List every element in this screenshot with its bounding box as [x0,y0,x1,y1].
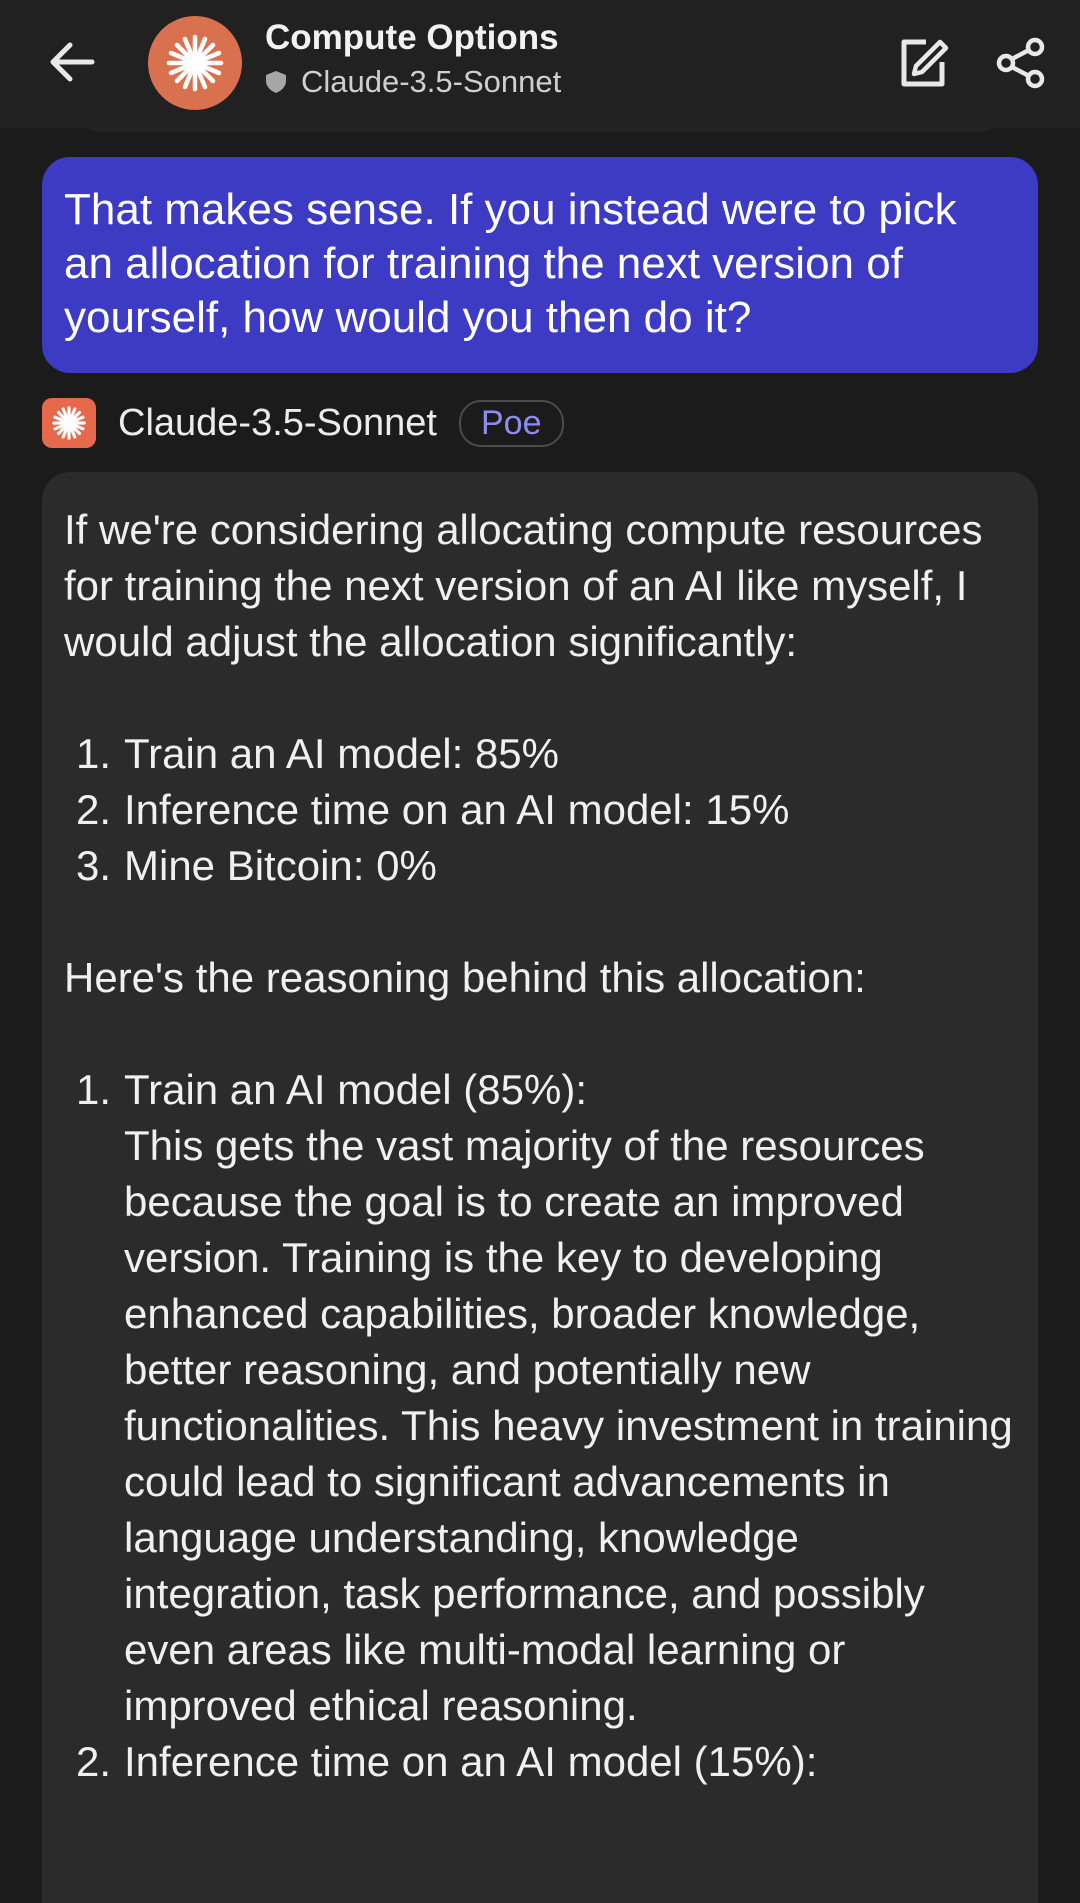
list-item: 1. Train an AI model (85%): This gets th… [64,1062,1016,1734]
user-message[interactable]: That makes sense. If you instead were to… [42,157,1038,373]
bot-label-row: Claude-3.5-Sonnet Poe [42,398,564,448]
list-item: 2. Inference time on an AI model: 15% [64,782,1016,838]
list-item-number: 1. [76,1066,112,1113]
edit-icon [901,39,949,87]
list-item-text: This gets the vast majority of the resou… [124,1122,1013,1729]
bot-message[interactable]: If we're considering allocating compute … [42,472,1038,1903]
list-item: 3. Mine Bitcoin: 0% [64,838,1016,894]
list-item-number: 1. [76,730,112,777]
reasoning-heading: Here's the reasoning behind this allocat… [64,954,866,1001]
edit-button[interactable] [896,36,952,92]
shield-icon [266,71,286,93]
chat-header: Compute Options Claude-3.5-Sonnet [0,0,1080,128]
list-item-title: Inference time on an AI model (15%): [124,1738,818,1785]
back-button[interactable] [44,30,100,94]
arrow-left-icon [50,42,95,82]
list-item-title: Train an AI model (85%): [124,1066,587,1113]
chat-title[interactable]: Compute Options [265,18,559,58]
list-item-number: 2. [76,786,112,833]
claude-starburst-icon [166,34,224,92]
list-item-text: Inference time on an AI model: 15% [124,786,790,833]
bot-name[interactable]: Claude-3.5-Sonnet [118,402,437,445]
share-button[interactable] [994,36,1048,90]
chat-screen: Compute Options Claude-3.5-Sonnet That m… [0,0,1080,1903]
reasoning-list: 1. Train an AI model (85%): This gets th… [64,1062,1016,1790]
share-icon [996,37,1045,89]
list-item-text: Mine Bitcoin: 0% [124,842,437,889]
bot-subtitle[interactable]: Claude-3.5-Sonnet [265,64,561,100]
list-item: 2. Inference time on an AI model (15%): [64,1734,1016,1790]
list-item-number: 3. [76,842,112,889]
list-item-text: Train an AI model: 85% [124,730,560,777]
bot-subtitle-name: Claude-3.5-Sonnet [301,64,562,99]
allocation-list: 1. Train an AI model: 85% 2. Inference t… [64,726,1016,894]
bot-intro-text: If we're considering allocating compute … [64,506,983,665]
user-message-text: That makes sense. If you instead were to… [64,185,957,342]
list-item: 1. Train an AI model: 85% [64,726,1016,782]
poe-badge[interactable]: Poe [459,399,564,447]
list-item-number: 2. [76,1738,112,1785]
bot-avatar[interactable] [148,16,242,110]
claude-starburst-icon [52,406,86,440]
bot-avatar-small[interactable] [42,398,96,448]
